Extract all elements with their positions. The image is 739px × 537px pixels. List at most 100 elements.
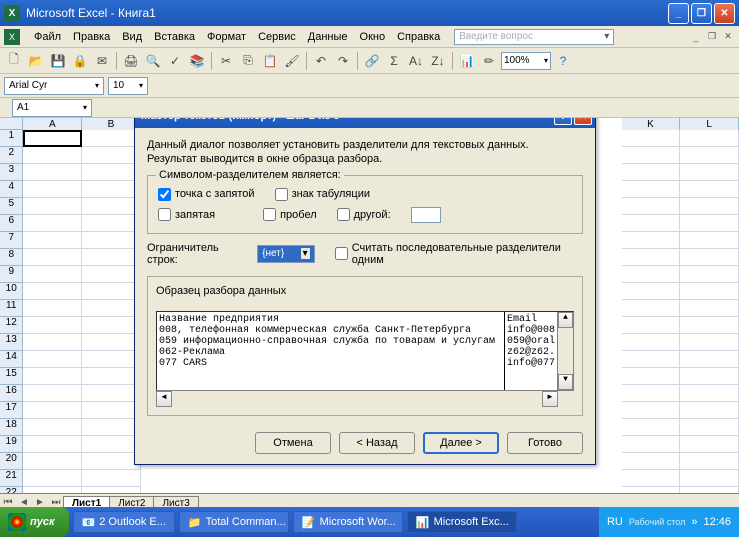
autosum-icon[interactable]: Σ <box>384 51 404 71</box>
cell[interactable] <box>622 402 681 419</box>
cell[interactable] <box>680 198 739 215</box>
cell[interactable] <box>622 487 681 493</box>
col-header[interactable]: K <box>622 118 681 130</box>
cell[interactable] <box>23 249 82 266</box>
row-header[interactable]: 14 <box>0 351 23 368</box>
cell[interactable] <box>82 487 141 493</box>
back-button[interactable]: < Назад <box>339 432 415 454</box>
row-header[interactable]: 20 <box>0 453 23 470</box>
cell[interactable] <box>680 164 739 181</box>
row-header[interactable]: 1 <box>0 130 23 147</box>
cell[interactable] <box>82 368 141 385</box>
zoom-select[interactable]: 100% <box>501 52 551 70</box>
cell[interactable] <box>82 232 141 249</box>
cell[interactable] <box>622 130 681 147</box>
cell[interactable] <box>680 470 739 487</box>
cancel-button[interactable]: Отмена <box>255 432 331 454</box>
menu-tools[interactable]: Сервис <box>252 29 302 45</box>
clock[interactable]: 12:46 <box>703 516 731 528</box>
col-header[interactable]: L <box>680 118 739 130</box>
open-icon[interactable]: 📂 <box>26 51 46 71</box>
cell[interactable] <box>680 181 739 198</box>
spell-icon[interactable]: ✓ <box>165 51 185 71</box>
undo-icon[interactable]: ↶ <box>311 51 331 71</box>
dialog-help-button[interactable]: ? <box>554 118 572 125</box>
scroll-up-icon[interactable]: ▲ <box>558 312 573 328</box>
space-checkbox[interactable]: пробел <box>263 207 317 223</box>
cell[interactable] <box>23 283 82 300</box>
cell[interactable] <box>82 198 141 215</box>
preview-vertical-scrollbar[interactable]: ▲ ▼ <box>557 312 573 390</box>
cell[interactable] <box>82 419 141 436</box>
taskbar-item-outlook[interactable]: 📧 2 Outlook E... <box>73 511 175 533</box>
permission-icon[interactable]: 🔒 <box>70 51 90 71</box>
row-header[interactable]: 18 <box>0 419 23 436</box>
cut-icon[interactable]: ✂ <box>216 51 236 71</box>
menu-edit[interactable]: Правка <box>67 29 116 45</box>
spreadsheet-grid[interactable]: A B C K L 123456789101112131415161718192… <box>0 118 739 493</box>
cell[interactable] <box>23 266 82 283</box>
cell[interactable] <box>680 453 739 470</box>
cell[interactable] <box>680 436 739 453</box>
row-header[interactable]: 19 <box>0 436 23 453</box>
col-header[interactable]: A <box>23 118 82 130</box>
cell[interactable] <box>622 266 681 283</box>
cell[interactable] <box>23 368 82 385</box>
comma-checkbox[interactable]: запятая <box>158 207 215 223</box>
cell[interactable] <box>680 232 739 249</box>
cell[interactable] <box>82 130 141 147</box>
cell[interactable] <box>82 164 141 181</box>
cell[interactable] <box>23 487 82 493</box>
cell[interactable] <box>622 249 681 266</box>
menu-insert[interactable]: Вставка <box>148 29 201 45</box>
excel-doc-icon[interactable]: X <box>4 29 20 45</box>
sort-asc-icon[interactable]: A↓ <box>406 51 426 71</box>
paste-icon[interactable]: 📋 <box>260 51 280 71</box>
menu-view[interactable]: Вид <box>116 29 148 45</box>
row-header[interactable]: 10 <box>0 283 23 300</box>
cell[interactable] <box>680 266 739 283</box>
cell[interactable] <box>23 232 82 249</box>
cell[interactable] <box>622 436 681 453</box>
cell[interactable] <box>680 487 739 493</box>
new-icon[interactable]: 🗋 <box>4 51 24 71</box>
format-painter-icon[interactable]: 🖌 <box>282 51 302 71</box>
other-checkbox[interactable]: другой: <box>337 207 391 223</box>
cell[interactable] <box>82 249 141 266</box>
cell[interactable] <box>23 334 82 351</box>
preview-horizontal-scrollbar[interactable]: ◄ ► <box>156 391 574 407</box>
row-header[interactable]: 12 <box>0 317 23 334</box>
row-header[interactable]: 22 <box>0 487 23 493</box>
cell[interactable] <box>680 368 739 385</box>
cell[interactable] <box>680 215 739 232</box>
cell[interactable] <box>622 198 681 215</box>
cell[interactable] <box>680 130 739 147</box>
row-header[interactable]: 6 <box>0 215 23 232</box>
cell[interactable] <box>23 164 82 181</box>
cell[interactable] <box>23 130 82 147</box>
cell[interactable] <box>680 317 739 334</box>
row-header[interactable]: 21 <box>0 470 23 487</box>
menu-file[interactable]: Файл <box>28 29 67 45</box>
redo-icon[interactable]: ↷ <box>333 51 353 71</box>
cell[interactable] <box>622 283 681 300</box>
next-button[interactable]: Далее > <box>423 432 499 454</box>
language-indicator[interactable]: RU <box>607 516 623 528</box>
menu-help[interactable]: Справка <box>391 29 446 45</box>
select-all-corner[interactable] <box>0 118 23 130</box>
consecutive-checkbox[interactable]: Считать последовательные разделители одн… <box>335 242 583 266</box>
cell[interactable] <box>622 419 681 436</box>
doc-close-icon[interactable]: ✕ <box>721 30 735 44</box>
cell[interactable] <box>622 368 681 385</box>
print-icon[interactable]: 🖨 <box>121 51 141 71</box>
menu-window[interactable]: Окно <box>354 29 392 45</box>
dialog-titlebar[interactable]: Мастер текстов (импорт) - шаг 2 из 3 ? ✕ <box>135 118 595 128</box>
cell[interactable] <box>82 215 141 232</box>
save-icon[interactable]: 💾 <box>48 51 68 71</box>
cell[interactable] <box>680 300 739 317</box>
cell[interactable] <box>622 317 681 334</box>
cell[interactable] <box>82 317 141 334</box>
scroll-left-icon[interactable]: ◄ <box>156 391 172 407</box>
taskbar-item-totalcmd[interactable]: 📁 Total Comman... <box>179 511 289 533</box>
cell[interactable] <box>680 402 739 419</box>
